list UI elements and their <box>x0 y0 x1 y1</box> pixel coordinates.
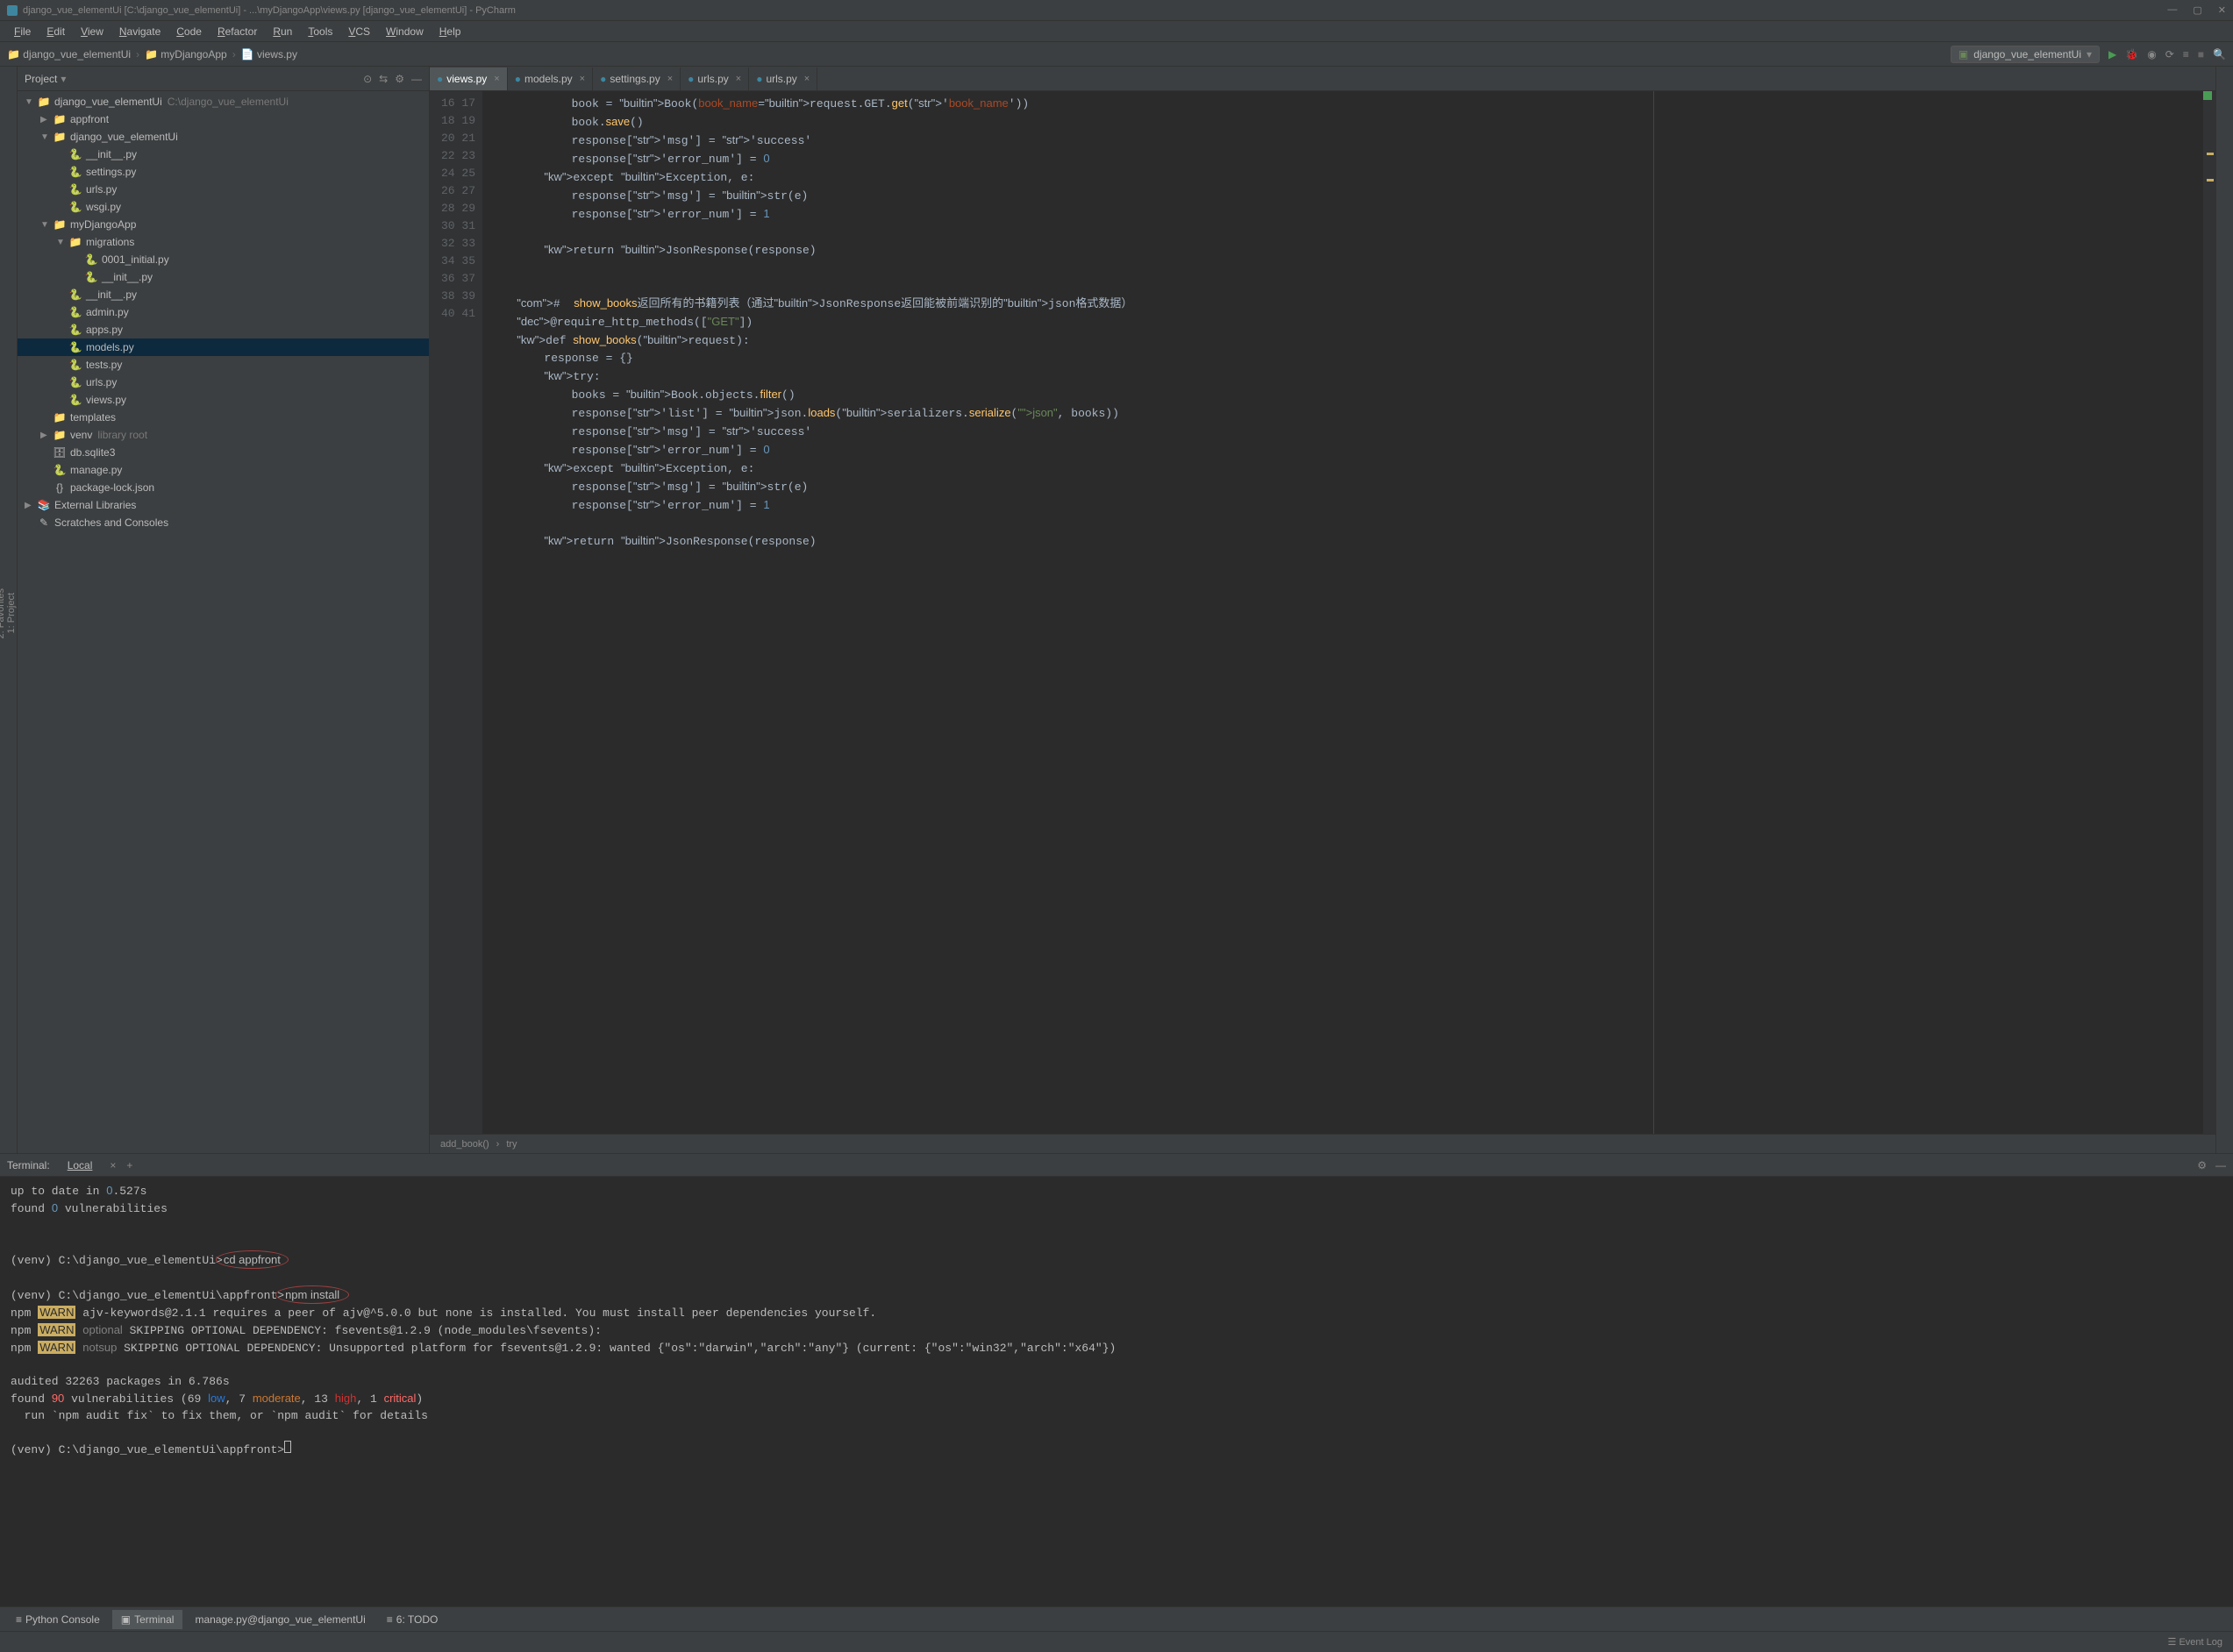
menu-vcs[interactable]: VCS <box>341 24 377 39</box>
title-text: django_vue_elementUi [C:\django_vue_elem… <box>23 5 516 16</box>
project-tree[interactable]: ▼📁django_vue_elementUiC:\django_vue_elem… <box>18 91 429 1153</box>
debug-icon[interactable]: 🐞 <box>2125 48 2138 61</box>
tree-row[interactable]: ▼📁myDjangoApp <box>18 216 429 233</box>
terminal-tab-close[interactable]: × <box>110 1159 116 1171</box>
tree-row[interactable]: 🐍urls.py <box>18 181 429 198</box>
coverage-icon[interactable]: ◉ <box>2147 48 2156 61</box>
crumb-0[interactable]: add_book() <box>440 1139 489 1150</box>
gutter-favorites[interactable]: 2: Favorites <box>0 583 6 644</box>
navbar: 📁 django_vue_elementUi›📁 myDjangoApp›📄 v… <box>0 42 2233 67</box>
menu-file[interactable]: File <box>7 24 38 39</box>
menu-navigate[interactable]: Navigate <box>112 24 168 39</box>
terminal-body[interactable]: up to date in 0.527s found 0 vulnerabili… <box>0 1177 2233 1606</box>
menu-window[interactable]: Window <box>379 24 431 39</box>
run-config-selector[interactable]: ▣ django_vue_elementUi ▾ <box>1951 46 2100 63</box>
run-icon[interactable]: ▶ <box>2108 48 2116 61</box>
tree-row[interactable]: 🐍tests.py <box>18 356 429 374</box>
app-icon <box>7 5 18 16</box>
titlebar: django_vue_elementUi [C:\django_vue_elem… <box>0 0 2233 21</box>
editor: ●views.py×●models.py×●settings.py×●urls.… <box>430 67 2215 1153</box>
tree-row[interactable]: {}package-lock.json <box>18 479 429 496</box>
menu-view[interactable]: View <box>74 24 111 39</box>
menu-tools[interactable]: Tools <box>301 24 339 39</box>
bottom-tab[interactable]: ≡Python Console <box>7 1610 109 1629</box>
tree-row[interactable]: ✎Scratches and Consoles <box>18 514 429 531</box>
breadcrumb-2[interactable]: 📄 views.py <box>241 48 297 61</box>
menubar[interactable]: FileEditViewNavigateCodeRefactorRunTools… <box>0 21 2233 42</box>
menu-code[interactable]: Code <box>169 24 209 39</box>
code-breadcrumb[interactable]: add_book() › try <box>430 1134 2215 1153</box>
bottom-toolbar[interactable]: ≡Python Console▣Terminalmanage.py@django… <box>0 1606 2233 1631</box>
line-gutter[interactable]: 16 17 18 19 20 21 22 23 24 25 26 27 28 2… <box>430 91 482 1134</box>
terminal-hide-icon[interactable]: — <box>2215 1159 2226 1171</box>
statusbar: ☰ Event Log <box>0 1631 2233 1652</box>
maximize-icon[interactable]: ▢ <box>2193 4 2201 16</box>
tree-row[interactable]: 🐍__init__.py <box>18 286 429 303</box>
marker-stripe[interactable] <box>2203 91 2215 1134</box>
locate-icon[interactable]: ⊙ <box>363 73 372 85</box>
crumb-1[interactable]: try <box>506 1139 517 1150</box>
terminal-panel: Terminal: Local × + ⚙ — up to date in 0.… <box>0 1153 2233 1606</box>
bottom-tab[interactable]: ▣Terminal <box>112 1610 183 1629</box>
editor-tab[interactable]: ●urls.py× <box>681 68 749 90</box>
tree-row[interactable]: ▶📁appfront <box>18 110 429 128</box>
run-config-label: django_vue_elementUi <box>1973 48 2081 61</box>
tree-row[interactable]: ▶📁venvlibrary root <box>18 426 429 444</box>
menu-edit[interactable]: Edit <box>39 24 72 39</box>
breadcrumb-1[interactable]: 📁 myDjangoApp <box>145 48 227 61</box>
right-gutter[interactable] <box>2215 67 2233 1153</box>
terminal-gear-icon[interactable]: ⚙ <box>2197 1159 2207 1171</box>
minimize-icon[interactable]: — <box>2167 4 2177 16</box>
search-icon[interactable]: 🔍 <box>2213 48 2226 61</box>
menu-help[interactable]: Help <box>432 24 468 39</box>
tree-row[interactable]: 🐍apps.py <box>18 321 429 338</box>
bottom-tab[interactable]: ≡6: TODO <box>378 1610 447 1629</box>
tree-row[interactable]: 🐍admin.py <box>18 303 429 321</box>
project-title[interactable]: Project <box>25 73 57 85</box>
window-controls[interactable]: — ▢ ✕ <box>2167 4 2226 16</box>
tree-row[interactable]: 🐍manage.py <box>18 461 429 479</box>
tree-row[interactable]: 🐍__init__.py <box>18 146 429 163</box>
tree-row[interactable]: ▼📁django_vue_elementUi <box>18 128 429 146</box>
breadcrumb-0[interactable]: 📁 django_vue_elementUi <box>7 48 131 61</box>
left-gutter[interactable]: 1: Project 2: Favorites 7: Structure <box>0 67 18 1153</box>
profile-icon[interactable]: ⟳ <box>2165 48 2174 61</box>
terminal-title: Terminal: <box>7 1159 50 1171</box>
hide-icon[interactable]: — <box>411 73 422 85</box>
editor-tab[interactable]: ●urls.py× <box>749 68 817 90</box>
collapse-icon[interactable]: ⇆ <box>379 73 388 85</box>
tree-row[interactable]: 🐍__init__.py <box>18 268 429 286</box>
bottom-tab[interactable]: manage.py@django_vue_elementUi <box>186 1610 374 1629</box>
gear-icon[interactable]: ⚙ <box>395 73 404 85</box>
terminal-tab-local[interactable]: Local <box>61 1157 100 1173</box>
terminal-tab-add[interactable]: + <box>126 1159 132 1171</box>
tree-row[interactable]: ▼📁migrations <box>18 233 429 251</box>
editor-tab[interactable]: ●views.py× <box>430 68 508 90</box>
tree-row[interactable]: ▶📚External Libraries <box>18 496 429 514</box>
editor-tab[interactable]: ●settings.py× <box>593 68 681 90</box>
attach-icon[interactable]: ≡ <box>2183 48 2189 61</box>
tree-row[interactable]: 🐍0001_initial.py <box>18 251 429 268</box>
tree-row[interactable]: 🐍urls.py <box>18 374 429 391</box>
menu-run[interactable]: Run <box>266 24 299 39</box>
tree-row[interactable]: 📁templates <box>18 409 429 426</box>
breadcrumb[interactable]: 📁 django_vue_elementUi›📁 myDjangoApp›📄 v… <box>7 48 297 61</box>
gutter-project[interactable]: 1: Project <box>6 587 17 638</box>
close-icon[interactable]: ✕ <box>2218 4 2226 16</box>
event-log[interactable]: ☰ Event Log <box>2168 1636 2222 1648</box>
code-area[interactable]: book = "builtin">Book(book_name="builtin… <box>482 91 2203 1134</box>
tree-row[interactable]: 🐍wsgi.py <box>18 198 429 216</box>
tree-row[interactable]: 🐍views.py <box>18 391 429 409</box>
editor-tabs[interactable]: ●views.py×●models.py×●settings.py×●urls.… <box>430 67 2215 91</box>
tree-row[interactable]: 🗄db.sqlite3 <box>18 444 429 461</box>
tree-row[interactable]: ▼📁django_vue_elementUiC:\django_vue_elem… <box>18 93 429 110</box>
project-panel: Project ▾ ⊙ ⇆ ⚙ — ▼📁django_vue_elementUi… <box>18 67 430 1153</box>
tree-row[interactable]: 🐍settings.py <box>18 163 429 181</box>
tree-row[interactable]: 🐍models.py <box>18 338 429 356</box>
menu-refactor[interactable]: Refactor <box>210 24 264 39</box>
stop-icon[interactable]: ■ <box>2198 48 2204 61</box>
editor-tab[interactable]: ●models.py× <box>508 68 593 90</box>
